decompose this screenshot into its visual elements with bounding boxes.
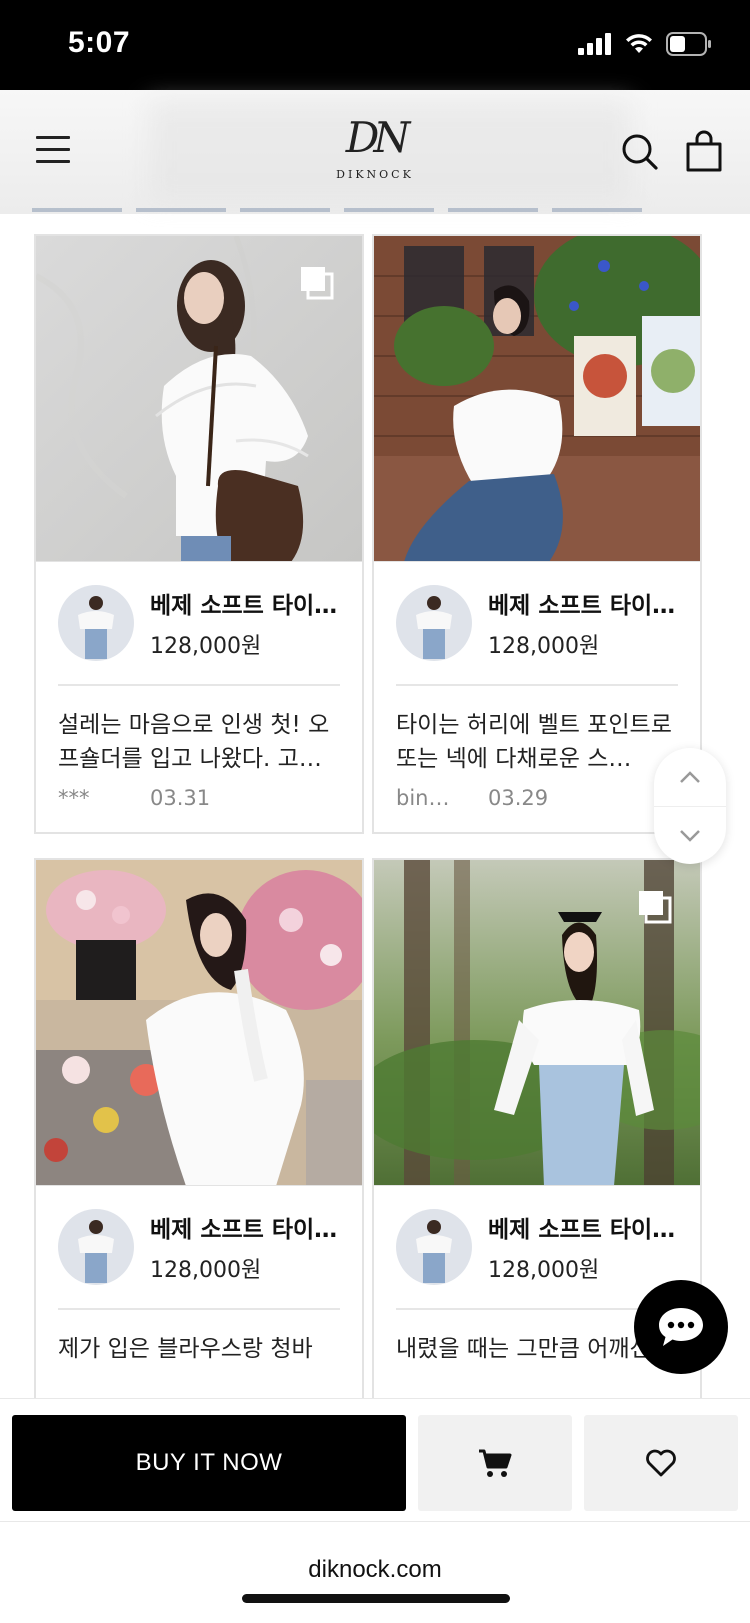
site-header: DN DIKNOCK	[0, 90, 750, 214]
product-price: 128,000원	[150, 1258, 262, 1283]
product-row[interactable]: 베제 소프트 타이… 128,000원	[58, 584, 340, 662]
heart-icon	[646, 1449, 676, 1477]
divider	[58, 1308, 340, 1310]
chevron-up-icon	[680, 771, 700, 783]
wishlist-button[interactable]	[584, 1415, 738, 1511]
scroll-buttons	[654, 748, 726, 864]
product-thumbnail	[396, 1209, 472, 1285]
add-to-cart-button[interactable]	[418, 1415, 572, 1511]
battery-icon	[666, 32, 711, 56]
multi-image-icon	[639, 891, 672, 924]
scroll-down-button[interactable]	[654, 806, 726, 864]
review-card[interactable]: 베제 소프트 타이… 128,000원 제가 입은 블라우스랑 청바	[34, 858, 364, 1458]
review-date: 03.31	[150, 786, 211, 810]
status-time: 5:07	[68, 26, 131, 59]
product-name: 베제 소프트 타이…	[488, 593, 676, 619]
cart-icon	[479, 1449, 512, 1477]
scroll-up-button[interactable]	[654, 748, 726, 806]
purchase-action-bar: BUY IT NOW	[0, 1398, 750, 1522]
product-price: 128,000원	[488, 1258, 600, 1283]
review-photo[interactable]	[374, 860, 700, 1186]
review-photo[interactable]	[36, 860, 362, 1186]
status-bar: 5:07	[0, 0, 750, 90]
signal-icon	[578, 33, 611, 55]
product-name: 베제 소프트 타이…	[488, 1217, 676, 1243]
review-card[interactable]: 베제 소프트 타이… 128,000원 타이는 허리에 벨트 포인트로 또는 넥…	[372, 234, 702, 834]
status-icons	[578, 32, 712, 56]
product-row[interactable]: 베제 소프트 타이… 128,000원	[396, 1208, 678, 1286]
review-photo[interactable]	[374, 236, 700, 562]
product-row[interactable]: 베제 소프트 타이… 128,000원	[396, 584, 678, 662]
divider	[396, 684, 678, 686]
product-row[interactable]: 베제 소프트 타이… 128,000원	[58, 1208, 340, 1286]
review-card[interactable]: 베제 소프트 타이… 128,000원 설레는 마음으로 인생 첫! 오프숄더를…	[34, 234, 364, 834]
product-name: 베제 소프트 타이…	[150, 593, 338, 619]
bag-icon[interactable]	[684, 130, 724, 172]
home-indicator[interactable]	[242, 1594, 510, 1603]
category-strip	[0, 208, 750, 214]
review-author: bini…	[396, 786, 452, 810]
review-text: 타이는 허리에 벨트 포인트로 또는 넥에 다채로운 스…	[396, 712, 672, 772]
search-icon[interactable]	[620, 132, 660, 172]
chevron-down-icon	[680, 829, 700, 842]
review-card[interactable]: 베제 소프트 타이… 128,000원 내렸을 때는 그만큼 어깨선	[372, 858, 702, 1458]
product-price: 128,000원	[150, 634, 262, 659]
logo-mark: DN	[345, 113, 410, 162]
review-body: 베제 소프트 타이… 128,000원 설레는 마음으로 인생 첫! 오프숄더를…	[36, 562, 362, 832]
review-body: 베제 소프트 타이… 128,000원 타이는 허리에 벨트 포인트로 또는 넥…	[374, 562, 700, 832]
logo[interactable]: DN DIKNOCK	[315, 110, 435, 196]
buy-it-now-button[interactable]: BUY IT NOW	[12, 1415, 406, 1511]
url-text[interactable]: diknock.com	[0, 1556, 750, 1584]
browser-address-bar[interactable]: diknock.com	[0, 1522, 750, 1623]
product-thumbnail	[396, 585, 472, 661]
review-photo[interactable]	[36, 236, 362, 562]
review-text: 설레는 마음으로 인생 첫! 오프숄더를 입고 나왔다. 고…	[58, 712, 330, 772]
product-price: 128,000원	[488, 634, 600, 659]
multi-image-icon	[301, 267, 334, 300]
divider	[396, 1308, 678, 1310]
chat-button[interactable]	[634, 1280, 728, 1374]
review-author: ***	[58, 786, 90, 810]
review-meta: *** 03.31	[58, 786, 340, 810]
review-meta: bini… 03.29	[396, 786, 678, 810]
product-thumbnail	[58, 1209, 134, 1285]
review-date: 03.29	[488, 786, 549, 810]
product-thumbnail	[58, 585, 134, 661]
chat-icon	[659, 1308, 703, 1346]
logo-text: DIKNOCK	[336, 168, 414, 181]
menu-icon[interactable]	[36, 136, 70, 164]
wifi-icon	[626, 34, 652, 53]
review-text: 제가 입은 블라우스랑 청바	[58, 1336, 313, 1362]
divider	[58, 684, 340, 686]
product-name: 베제 소프트 타이…	[150, 1217, 338, 1243]
